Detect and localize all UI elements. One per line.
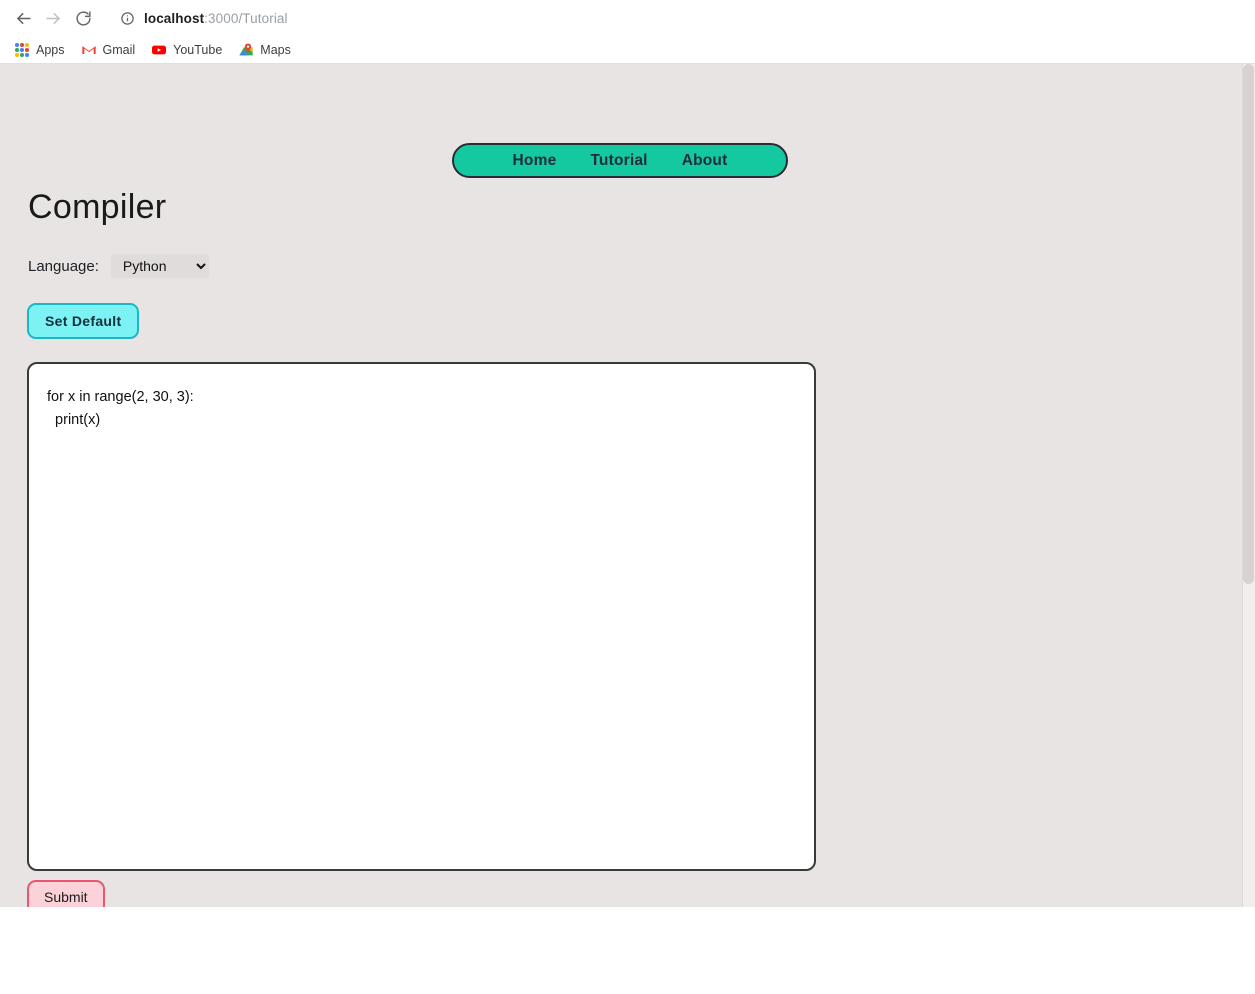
bookmarks-bar: Apps Gmail YouTube Maps xyxy=(0,37,1255,64)
site-navigation: Home Tutorial About xyxy=(452,143,788,178)
language-row: Language: Python Java C C++ JavaScript xyxy=(28,254,209,278)
nav-link-about[interactable]: About xyxy=(682,152,728,170)
address-bar-url: localhost:3000/Tutorial xyxy=(144,11,288,26)
address-bar[interactable]: localhost:3000/Tutorial xyxy=(108,4,1243,33)
bookmark-label: Apps xyxy=(36,43,65,57)
code-editor-textarea[interactable] xyxy=(27,362,816,871)
url-path: :3000/Tutorial xyxy=(204,11,288,26)
bookmark-apps[interactable]: Apps xyxy=(6,39,73,61)
bookmark-maps[interactable]: Maps xyxy=(230,39,299,61)
bookmark-label: Gmail xyxy=(102,43,136,57)
bookmark-gmail[interactable]: Gmail xyxy=(73,39,144,61)
reload-icon[interactable] xyxy=(68,4,98,34)
browser-toolbar: localhost:3000/Tutorial xyxy=(0,0,1255,37)
back-arrow-icon[interactable] xyxy=(8,4,38,34)
info-circle-icon[interactable] xyxy=(120,11,135,26)
page-scrollbar-thumb[interactable] xyxy=(1243,64,1254,584)
gmail-icon xyxy=(81,42,97,58)
bookmark-youtube[interactable]: YouTube xyxy=(143,39,230,61)
language-label: Language: xyxy=(28,257,99,275)
youtube-icon xyxy=(151,42,167,58)
maps-pin-icon xyxy=(238,42,254,58)
url-host: localhost xyxy=(144,11,205,26)
forward-arrow-icon[interactable] xyxy=(38,4,68,34)
page-title: Compiler xyxy=(28,188,167,226)
page-viewport: Home Tutorial About Compiler Language: P… xyxy=(0,64,1255,907)
submit-button[interactable]: Submit xyxy=(27,880,105,907)
page-scrollbar[interactable] xyxy=(1242,64,1255,907)
nav-link-tutorial[interactable]: Tutorial xyxy=(590,152,647,170)
language-select[interactable]: Python Java C C++ JavaScript xyxy=(110,254,209,278)
bookmark-label: YouTube xyxy=(173,43,223,57)
nav-link-home[interactable]: Home xyxy=(513,152,557,170)
set-default-button[interactable]: Set Default xyxy=(27,303,140,339)
browser-chrome: localhost:3000/Tutorial Apps Gmail YouTu… xyxy=(0,0,1255,64)
apps-grid-icon xyxy=(14,42,30,58)
bookmark-label: Maps xyxy=(260,43,291,57)
